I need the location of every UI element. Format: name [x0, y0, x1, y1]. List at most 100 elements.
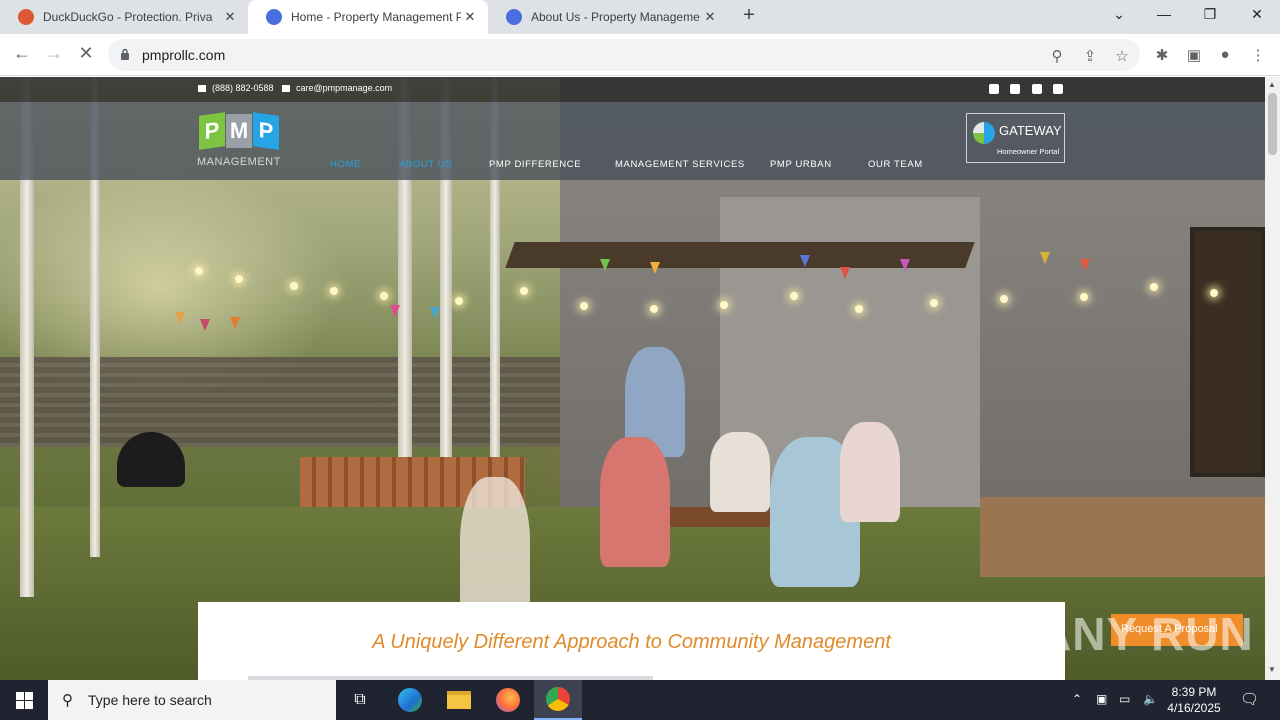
nav-pmp-urban[interactable]: PMP URBAN — [770, 159, 832, 170]
folder-icon — [447, 691, 471, 709]
bookmark-star-icon[interactable]: ☆ — [1112, 47, 1132, 65]
restore-icon[interactable]: ❐ — [1198, 6, 1222, 23]
gateway-portal-button[interactable]: GATEWAY Homeowner Portal — [966, 113, 1065, 163]
pennant-flag — [600, 259, 610, 271]
start-button[interactable] — [0, 680, 48, 720]
linkedin-icon[interactable] — [1053, 84, 1063, 94]
new-tab-button[interactable]: + — [737, 4, 761, 27]
search-icon: ⚲ — [62, 692, 73, 709]
facebook-icon[interactable] — [1032, 84, 1042, 94]
tray-app-icon[interactable]: ▣ — [1096, 692, 1107, 706]
close-tab-icon[interactable]: ✕ — [702, 9, 718, 25]
page-scrollbar[interactable]: ▲ ▼ — [1265, 77, 1280, 680]
phone-contact[interactable]: (888) 882-0588 — [198, 83, 274, 93]
pennant-flag — [1040, 252, 1050, 264]
email-icon — [282, 85, 290, 93]
forward-arrow-icon[interactable]: → — [42, 43, 66, 64]
instagram-icon[interactable] — [1010, 84, 1020, 94]
tab-title: Home - Property Management P — [291, 10, 461, 24]
pennant-flag — [840, 267, 850, 279]
lock-icon — [121, 48, 129, 60]
light-bulb — [790, 292, 798, 300]
firefox-taskbar-button[interactable] — [484, 680, 532, 720]
url-text[interactable]: pmprollc.com — [142, 47, 225, 63]
nav-our-team[interactable]: OUR TEAM — [868, 159, 923, 170]
close-window-icon[interactable]: ✕ — [1245, 6, 1269, 23]
edge-taskbar-button[interactable] — [386, 680, 434, 720]
chrome-icon — [546, 687, 570, 711]
person — [600, 437, 670, 567]
notification-icon[interactable]: 🗨 — [1240, 690, 1259, 708]
logo-letter: P — [253, 112, 279, 150]
light-bulb — [380, 292, 388, 300]
tab-title: DuckDuckGo - Protection. Privacy — [43, 10, 213, 24]
firefox-icon — [496, 688, 520, 712]
tab-about-us[interactable]: About Us - Property Manageme ✕ — [488, 0, 728, 34]
tab-search-icon[interactable]: ⌄ — [1107, 6, 1131, 23]
person — [710, 432, 770, 512]
windows-logo-icon — [25, 692, 33, 700]
address-bar[interactable]: pmprollc.com ⚲ ⇪ ☆ — [108, 39, 1140, 71]
task-view-button[interactable]: ⧉ — [336, 680, 384, 720]
email-contact[interactable]: care@pmpmanage.com — [282, 83, 392, 93]
close-tab-icon[interactable]: ✕ — [462, 9, 478, 25]
extensions-icon[interactable]: ✱ — [1152, 46, 1172, 64]
scrollbar-thumb[interactable] — [1268, 93, 1277, 155]
pennant-flag — [900, 259, 910, 271]
file-explorer-taskbar-button[interactable] — [435, 680, 483, 720]
contact-bar: (888) 882-0588 care@pmpmanage.com — [0, 77, 1265, 102]
system-clock[interactable]: 8:39 PM 4/16/2025 — [1164, 684, 1224, 716]
pennant-flag — [430, 307, 440, 319]
pennant-flag — [230, 317, 240, 329]
deck — [980, 497, 1265, 577]
fence — [0, 357, 560, 447]
pennant-flag — [800, 255, 810, 267]
volume-icon[interactable]: 🔈 — [1143, 692, 1158, 706]
task-view-icon: ⧉ — [354, 691, 366, 708]
tab-home[interactable]: Home - Property Management P ✕ — [248, 0, 488, 34]
scroll-up-arrow-icon[interactable]: ▲ — [1268, 80, 1276, 89]
close-tab-icon[interactable]: ✕ — [222, 9, 238, 25]
light-bulb — [235, 275, 243, 283]
menu-kebab-icon[interactable]: ⋮ — [1248, 46, 1268, 64]
intro-card: A Uniquely Different Approach to Communi… — [198, 602, 1065, 680]
nav-home[interactable]: HOME — [330, 159, 361, 170]
show-hidden-icons-chevron-icon[interactable]: ⌃ — [1072, 692, 1082, 706]
nav-pmp-difference[interactable]: PMP DIFFERENCE — [489, 159, 581, 170]
pennant-flag — [390, 305, 400, 317]
globe-favicon-icon — [266, 9, 282, 25]
share-icon[interactable]: ⇪ — [1080, 47, 1100, 65]
pennant-flag — [650, 262, 660, 274]
logo-letter: M — [226, 114, 252, 148]
pennant-flag — [1080, 259, 1090, 271]
light-bulb — [1000, 295, 1008, 303]
tab-duckduckgo[interactable]: DuckDuckGo - Protection. Privacy ✕ — [0, 0, 248, 34]
edge-icon — [398, 688, 422, 712]
light-bulb — [520, 287, 528, 295]
page-headline: A Uniquely Different Approach to Communi… — [372, 631, 891, 653]
minimize-icon[interactable]: — — [1152, 6, 1176, 22]
network-icon[interactable]: ▭ — [1119, 692, 1130, 706]
profile-avatar-icon[interactable]: ● — [1215, 46, 1235, 63]
twitter-icon[interactable] — [989, 84, 999, 94]
light-bulb — [930, 299, 938, 307]
back-arrow-icon[interactable]: ← — [10, 43, 34, 64]
light-bulb — [1150, 283, 1158, 291]
light-bulb — [580, 302, 588, 310]
stop-loading-icon[interactable]: ✕ — [74, 43, 98, 64]
site-navbar: P M P MANAGEMENT HOME ABOUT US PMP DIFFE… — [0, 102, 1265, 180]
chrome-taskbar-button[interactable] — [534, 680, 582, 720]
windows-taskbar: ⚲ Type here to search ⧉ ⌃ ▣ ▭ 🔈 8:39 PM … — [0, 680, 1280, 720]
taskbar-search[interactable]: ⚲ Type here to search — [48, 680, 336, 720]
browser-toolbar: ← → ✕ pmprollc.com ⚲ ⇪ ☆ ✱ ▣ ● ⋮ — [0, 34, 1280, 76]
pmp-logo[interactable]: P M P MANAGEMENT — [197, 110, 281, 172]
nav-management-services[interactable]: MANAGEMENT SERVICES — [615, 159, 745, 170]
light-bulb — [1210, 289, 1218, 297]
side-panel-icon[interactable]: ▣ — [1184, 46, 1204, 64]
nav-about-us[interactable]: ABOUT US — [399, 159, 452, 170]
light-bulb — [855, 305, 863, 313]
gateway-logo-icon — [973, 122, 995, 144]
zoom-icon[interactable]: ⚲ — [1047, 47, 1067, 65]
light-bulb — [330, 287, 338, 295]
scroll-down-arrow-icon[interactable]: ▼ — [1268, 665, 1276, 674]
